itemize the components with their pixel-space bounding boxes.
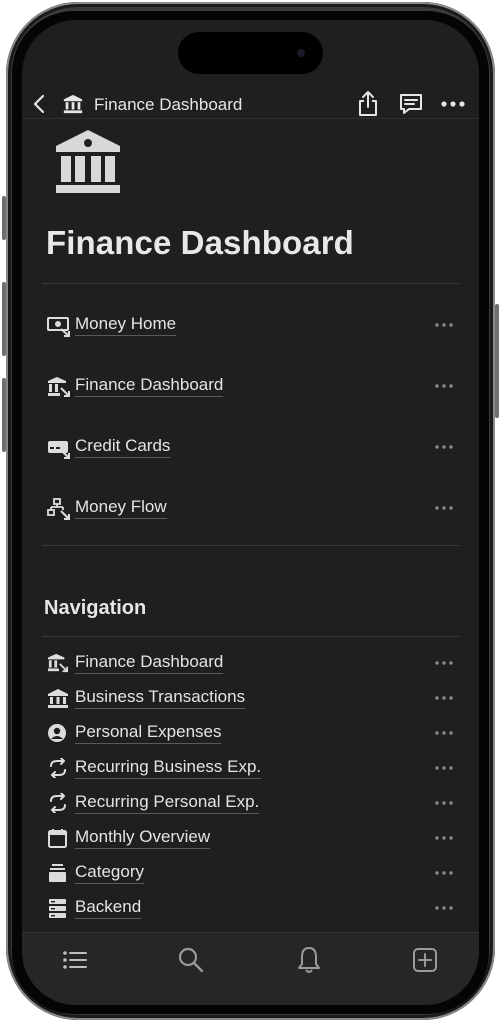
row-more-icon[interactable] — [434, 726, 454, 740]
server-icon — [49, 899, 66, 918]
repeat-icon — [50, 793, 66, 813]
search-icon[interactable] — [176, 945, 206, 975]
nav-item-label: Personal Expenses — [75, 722, 222, 744]
phone-side-button — [2, 196, 6, 240]
phone-volume-down-button — [2, 378, 6, 452]
page-bank-icon[interactable] — [54, 128, 122, 194]
nav-item-label: Finance Dashboard — [75, 652, 224, 674]
top-bar: Finance Dashboard — [22, 82, 479, 128]
row-more-icon[interactable] — [434, 656, 454, 670]
link-label: Money Flow — [75, 497, 167, 519]
row-more-icon[interactable] — [434, 440, 454, 454]
bank-link-icon — [48, 653, 68, 673]
dynamic-island — [178, 32, 323, 74]
row-more-icon[interactable] — [434, 501, 454, 515]
top-bar-divider — [22, 118, 479, 119]
nav-item[interactable]: Business Transactions — [44, 685, 454, 711]
link-finance-dashboard[interactable]: Finance Dashboard — [44, 371, 454, 401]
more-icon[interactable] — [440, 92, 466, 116]
row-more-icon[interactable] — [434, 831, 454, 845]
bank-icon — [48, 689, 68, 708]
back-chevron-icon[interactable] — [28, 92, 52, 116]
phone-volume-up-button — [2, 282, 6, 356]
nav-item[interactable]: Recurring Business Exp. — [44, 755, 454, 781]
row-more-icon[interactable] — [434, 379, 454, 393]
page-title[interactable]: Finance Dashboard — [46, 224, 354, 262]
nav-item[interactable]: Monthly Overview — [44, 825, 454, 851]
nav-item-label: Recurring Personal Exp. — [75, 792, 260, 814]
nav-item[interactable]: Backend — [44, 895, 454, 921]
nav-item-label: Recurring Business Exp. — [75, 757, 262, 779]
section-heading-navigation: Navigation — [44, 597, 147, 619]
credit-card-link-icon — [48, 441, 70, 459]
link-label: Credit Cards — [75, 436, 171, 458]
link-label: Money Home — [75, 314, 177, 336]
bell-icon[interactable] — [294, 945, 324, 975]
top-bar-title[interactable]: Finance Dashboard — [94, 95, 242, 115]
row-more-icon[interactable] — [434, 866, 454, 880]
list-icon[interactable] — [60, 945, 90, 975]
comment-icon[interactable] — [398, 92, 424, 116]
link-money-home[interactable]: Money Home — [44, 310, 454, 340]
nav-item-label: Category — [75, 862, 144, 884]
nav-item[interactable]: Personal Expenses — [44, 720, 454, 746]
row-more-icon[interactable] — [434, 761, 454, 775]
bank-link-icon — [48, 377, 70, 397]
money-link-icon — [47, 317, 70, 337]
new-page-icon[interactable] — [410, 945, 440, 975]
bank-icon — [63, 94, 83, 114]
front-camera — [297, 49, 305, 57]
bottom-tab-bar — [22, 932, 479, 1005]
repeat-icon — [50, 758, 66, 778]
app-screen: Finance Dashboard Finance Dashboard Mone… — [22, 20, 479, 1005]
flowchart-link-icon — [47, 498, 70, 520]
calendar-icon — [48, 829, 67, 848]
divider — [42, 636, 459, 637]
divider — [42, 545, 459, 546]
nav-item[interactable]: Finance Dashboard — [44, 650, 454, 676]
nav-item[interactable]: Recurring Personal Exp. — [44, 790, 454, 816]
row-more-icon[interactable] — [434, 691, 454, 705]
link-credit-cards[interactable]: Credit Cards — [44, 432, 454, 462]
row-more-icon[interactable] — [434, 796, 454, 810]
link-money-flow[interactable]: Money Flow — [44, 493, 454, 523]
person-circle-icon — [48, 724, 66, 742]
divider — [42, 283, 459, 284]
row-more-icon[interactable] — [434, 901, 454, 915]
phone-power-button — [495, 304, 499, 418]
row-more-icon[interactable] — [434, 318, 454, 332]
nav-item-label: Business Transactions — [75, 687, 246, 709]
link-label: Finance Dashboard — [75, 375, 224, 397]
nav-item-label: Backend — [75, 897, 142, 919]
nav-item[interactable]: Category — [44, 860, 454, 886]
nav-item-label: Monthly Overview — [75, 827, 211, 849]
share-icon[interactable] — [356, 90, 380, 118]
stack-icon — [49, 864, 66, 882]
